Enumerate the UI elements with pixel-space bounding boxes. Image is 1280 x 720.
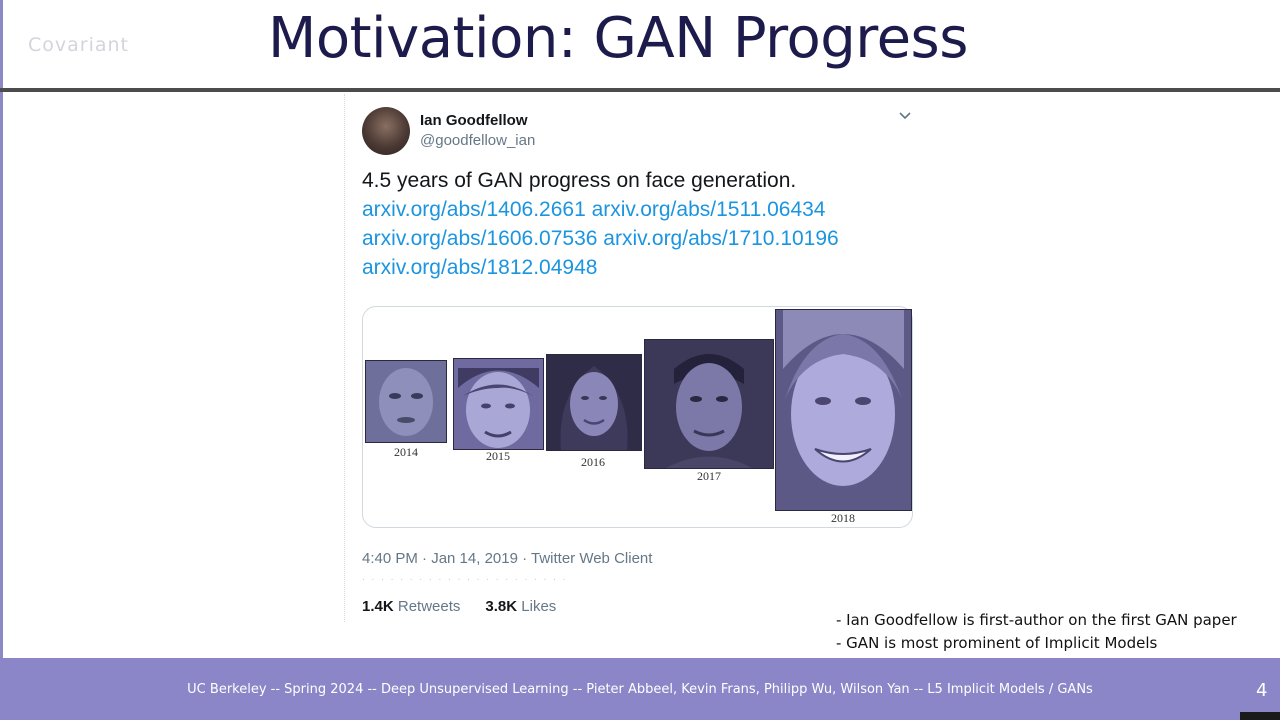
tweet-link[interactable]: arxiv.org/abs/1812.04948: [362, 253, 597, 282]
note-item: - Ian Goodfellow is first-author on the …: [836, 611, 1237, 629]
divider-dots: . . . . . . . . . . . . . . . . . . . . …: [362, 572, 568, 583]
author-name[interactable]: Ian Goodfellow: [420, 112, 528, 129]
tweet-link[interactable]: arxiv.org/abs/1606.07536 arxiv.org/abs/1…: [362, 224, 839, 253]
logo-watermark: Covariant: [28, 34, 130, 56]
avatar[interactable]: [362, 107, 410, 155]
like-count[interactable]: 3.8K Likes: [485, 598, 556, 615]
face-image-2018: [775, 309, 912, 511]
tweet-card: Ian Goodfellow @goodfellow_ian 4.5 years…: [344, 94, 929, 622]
author-handle[interactable]: @goodfellow_ian: [420, 132, 535, 149]
footer-text: UC Berkeley -- Spring 2024 -- Deep Unsup…: [187, 682, 1093, 697]
chevron-down-icon[interactable]: [899, 112, 911, 120]
face-image-2017: [644, 339, 774, 469]
slide-footer: UC Berkeley -- Spring 2024 -- Deep Unsup…: [0, 658, 1280, 720]
corner-block: [1240, 712, 1280, 720]
title-divider: [0, 88, 1280, 92]
slide-left-rule: [0, 0, 3, 658]
tweet-timestamp[interactable]: 4:40 PM · Jan 14, 2019 · Twitter Web Cli…: [362, 550, 652, 567]
retweet-count[interactable]: 1.4K Retweets: [362, 598, 460, 615]
slide-title: Motivation: GAN Progress: [268, 6, 968, 71]
year-label: 2016: [581, 455, 605, 469]
face-image-2015: [453, 358, 544, 450]
tweet-link[interactable]: arxiv.org/abs/1406.2661 arxiv.org/abs/15…: [362, 195, 825, 224]
year-label: 2014: [394, 445, 418, 459]
tweet-media-image[interactable]: 2014 2015 2016 2017 2018: [362, 306, 913, 528]
slide-notes: - Ian Goodfellow is first-author on the …: [836, 609, 1237, 655]
year-label: 2018: [831, 511, 855, 525]
year-label: 2015: [486, 449, 510, 463]
note-item: - GAN is most prominent of Implicit Mode…: [836, 634, 1158, 652]
page-number: 4: [1256, 680, 1268, 701]
tweet-text: 4.5 years of GAN progress on face genera…: [362, 169, 797, 192]
face-image-2016: [546, 354, 642, 451]
tweet-stats: 1.4K Retweets 3.8K Likes: [362, 598, 556, 615]
year-label: 2017: [697, 469, 721, 483]
face-image-2014: [365, 360, 447, 443]
